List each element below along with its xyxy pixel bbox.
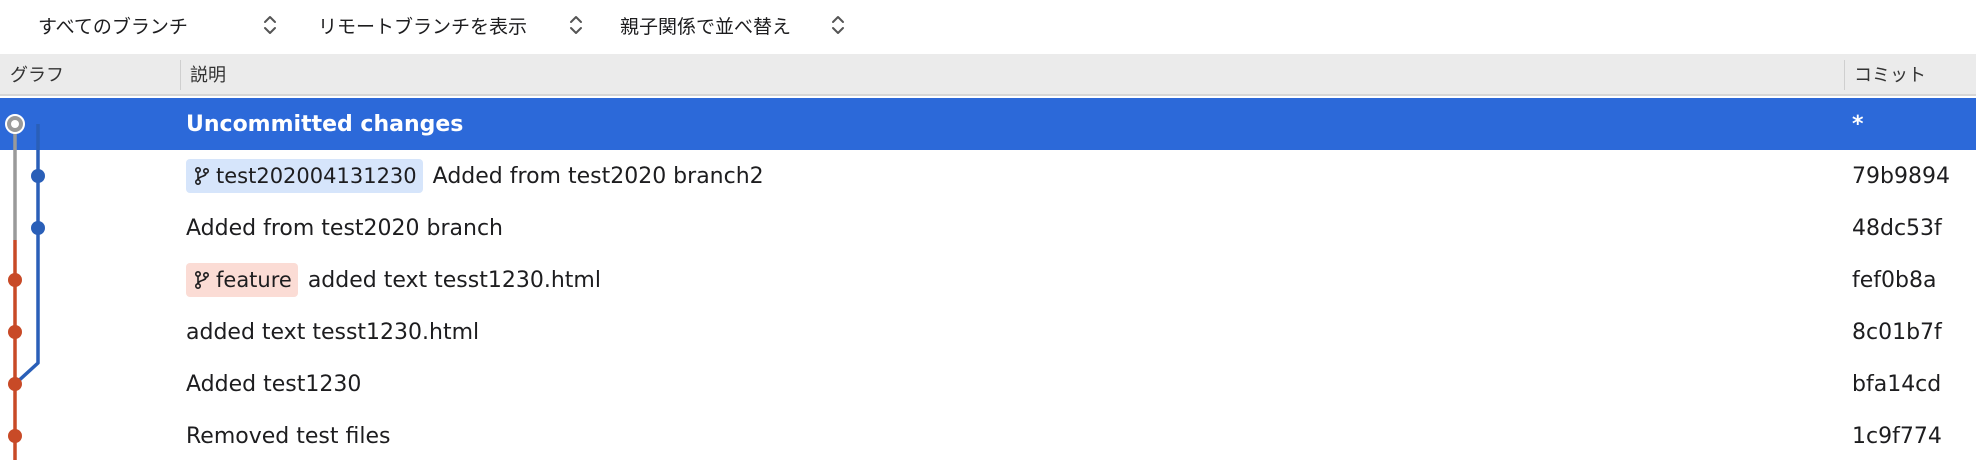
- commit-row[interactable]: Added from test2020 branch 48dc53f: [0, 202, 1976, 254]
- chevron-updown-icon: [570, 16, 582, 34]
- commit-row[interactable]: Removed test files 1c9f774: [0, 410, 1976, 462]
- branch-filter-select[interactable]: すべてのブランチ: [38, 8, 278, 42]
- column-graph-label: グラフ: [10, 65, 64, 86]
- commit-row-uncommitted[interactable]: Uncommitted changes *: [0, 98, 1976, 150]
- branch-icon: [194, 166, 210, 186]
- commit-graph: [5, 114, 45, 460]
- row-commit-hash: fef0b8a: [1852, 267, 1937, 293]
- commit-row[interactable]: feature added text tesst1230.html fef0b8…: [0, 254, 1976, 306]
- row-description: Added test1230: [186, 371, 362, 397]
- branch-tag[interactable]: test202004131230: [186, 159, 423, 193]
- chevron-updown-icon: [832, 16, 844, 34]
- sort-order-select[interactable]: 親子関係で並べ替え: [620, 8, 860, 42]
- row-commit-hash: 48dc53f: [1852, 215, 1942, 241]
- row-commit-hash: 8c01b7f: [1852, 319, 1942, 345]
- column-header: グラフ 説明 コミット: [0, 54, 1976, 96]
- graph-node[interactable]: [31, 169, 45, 183]
- column-description[interactable]: 説明: [190, 54, 226, 94]
- branch-tag-label: feature: [216, 268, 292, 292]
- row-commit-hash: 79b9894: [1852, 163, 1950, 189]
- commit-row[interactable]: added text tesst1230.html 8c01b7f: [0, 306, 1976, 358]
- remote-branch-select[interactable]: リモートブランチを表示: [318, 8, 588, 42]
- graph-node[interactable]: [8, 325, 22, 339]
- column-commit-label: コミット: [1854, 65, 1926, 86]
- sort-order-label: 親子関係で並べ替え: [620, 15, 792, 38]
- commit-row[interactable]: test202004131230 Added from test2020 bra…: [0, 150, 1976, 202]
- row-commit-hash: bfa14cd: [1852, 371, 1942, 397]
- column-description-label: 説明: [190, 65, 226, 86]
- column-divider[interactable]: [180, 60, 181, 90]
- graph-node[interactable]: [8, 377, 22, 391]
- column-graph[interactable]: グラフ: [10, 54, 64, 94]
- branch-tag[interactable]: feature: [186, 263, 298, 297]
- row-description: added text tesst1230.html: [186, 319, 480, 345]
- commit-list: Uncommitted changes * test202004131230 A…: [0, 98, 1976, 460]
- row-commit-hash: *: [1852, 111, 1864, 137]
- branch-tag-label: test202004131230: [216, 164, 417, 188]
- graph-node[interactable]: [8, 429, 22, 443]
- graph-node-uncommitted-core: [11, 120, 19, 128]
- toolbar: すべてのブランチ リモートブランチを表示 親子関係で並べ替え: [0, 0, 1976, 50]
- graph-node[interactable]: [31, 221, 45, 235]
- column-divider[interactable]: [1844, 60, 1845, 90]
- row-description: Added from test2020 branch2: [432, 163, 764, 189]
- graph-line-branch: [13, 124, 40, 386]
- row-commit-hash: 1c9f774: [1852, 423, 1942, 449]
- branch-filter-label: すべてのブランチ: [38, 15, 188, 38]
- row-description: Added from test2020 branch: [186, 215, 503, 241]
- chevron-updown-icon: [264, 16, 276, 34]
- row-description: Uncommitted changes: [186, 111, 464, 137]
- graph-node[interactable]: [8, 273, 22, 287]
- row-description: Removed test files: [186, 423, 391, 449]
- row-description: added text tesst1230.html: [307, 267, 601, 293]
- commit-row[interactable]: Added test1230 bfa14cd: [0, 358, 1976, 410]
- remote-branch-label: リモートブランチを表示: [318, 15, 528, 38]
- column-commit[interactable]: コミット: [1854, 54, 1926, 94]
- branch-icon: [194, 270, 210, 290]
